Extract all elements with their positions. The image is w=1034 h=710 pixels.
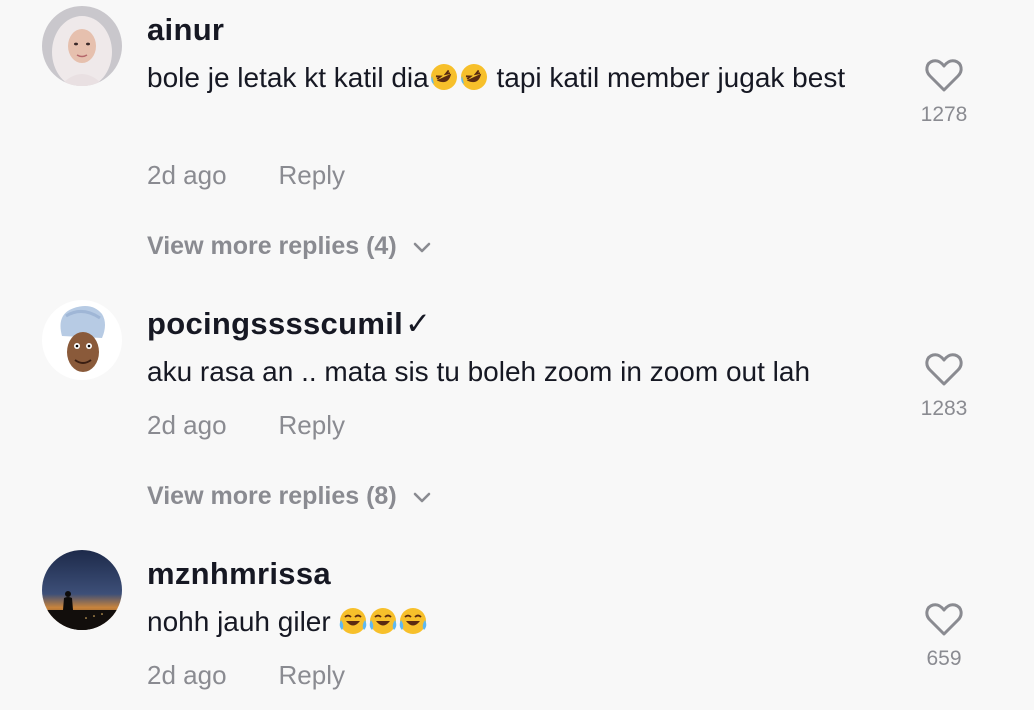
avatar[interactable] (42, 300, 122, 380)
avatar[interactable] (42, 550, 122, 630)
comment-text: aku rasa an .. mata sis tu boleh zoom in… (147, 350, 887, 394)
rolling-on-floor-laughing-icon (459, 62, 489, 92)
face-with-tears-of-joy-icon (398, 606, 428, 636)
timestamp: 2d ago (147, 160, 227, 190)
avatar[interactable] (42, 6, 122, 86)
rolling-on-floor-laughing-icon (429, 62, 459, 92)
comment-text-part: tapi katil member jugak best (488, 62, 846, 93)
view-more-replies-button[interactable]: View more replies (4) (147, 232, 433, 261)
comment-text-part: bole je letak kt katil dia (147, 62, 429, 93)
heart-icon[interactable] (924, 601, 964, 637)
reply-button[interactable]: Reply (279, 160, 345, 190)
view-more-replies-label: View more replies (8) (147, 482, 397, 510)
like-control: 659 (904, 601, 984, 671)
username[interactable]: ainur (147, 12, 224, 48)
view-more-replies-button[interactable]: View more replies (8) (147, 482, 433, 511)
like-count: 1283 (920, 397, 968, 420)
heart-icon[interactable] (924, 57, 964, 93)
comment-text-part: aku rasa an .. mata sis tu boleh zoom in… (147, 356, 811, 387)
comment-meta: 2d ago Reply (147, 410, 345, 441)
username-text: pocingsssscumil (147, 306, 404, 341)
reply-button[interactable]: Reply (279, 410, 345, 440)
view-more-replies-label: View more replies (4) (147, 232, 397, 260)
comment-text-part: nohh jauh giler (147, 606, 339, 637)
face-with-tears-of-joy-icon (338, 606, 368, 636)
comment-meta: 2d ago Reply (147, 660, 345, 691)
heart-icon[interactable] (924, 351, 964, 387)
username[interactable]: mznhmrissa (147, 556, 331, 592)
timestamp: 2d ago (147, 410, 227, 440)
like-count: 659 (926, 647, 962, 670)
chevron-down-icon (411, 236, 433, 258)
like-control: 1278 (904, 57, 984, 127)
face-with-tears-of-joy-icon (368, 606, 398, 636)
timestamp: 2d ago (147, 660, 227, 690)
like-control: 1283 (904, 351, 984, 421)
comment-text: bole je letak kt katil dia tapi katil me… (147, 56, 887, 100)
like-count: 1278 (920, 103, 968, 126)
comment-meta: 2d ago Reply (147, 160, 345, 191)
comment-text: nohh jauh giler (147, 600, 887, 644)
reply-button[interactable]: Reply (279, 660, 345, 690)
chevron-down-icon (411, 486, 433, 508)
username[interactable]: pocingsssscumil✓ (147, 306, 431, 342)
checkmark-icon: ✓ (405, 306, 432, 341)
